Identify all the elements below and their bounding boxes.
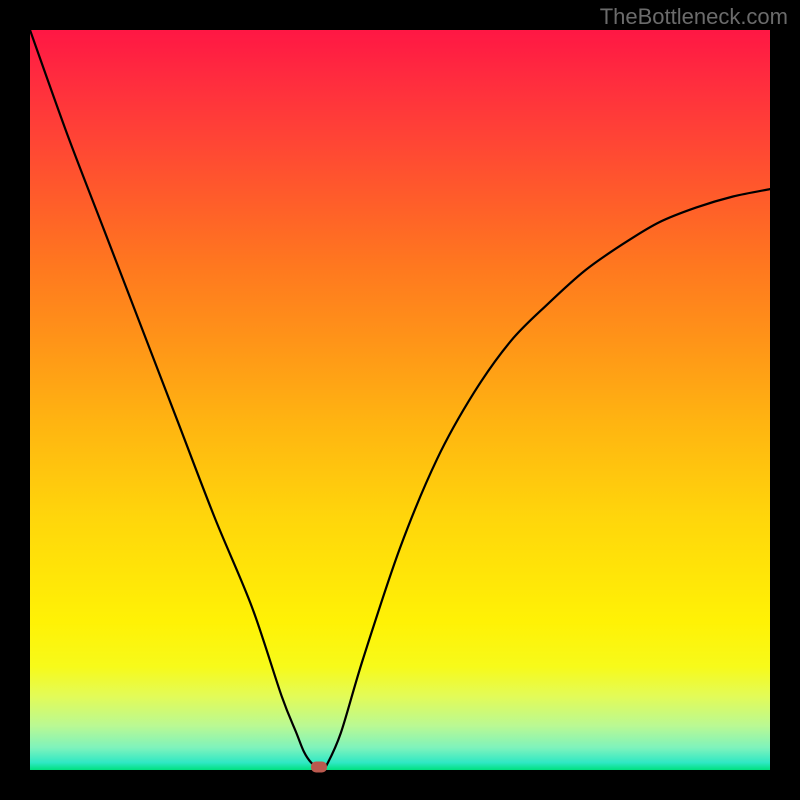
chart-frame: TheBottleneck.com [0, 0, 800, 800]
gradient-background [30, 30, 770, 770]
optimal-point-marker [311, 762, 327, 773]
plot-area [30, 30, 770, 770]
watermark-text: TheBottleneck.com [600, 4, 788, 30]
